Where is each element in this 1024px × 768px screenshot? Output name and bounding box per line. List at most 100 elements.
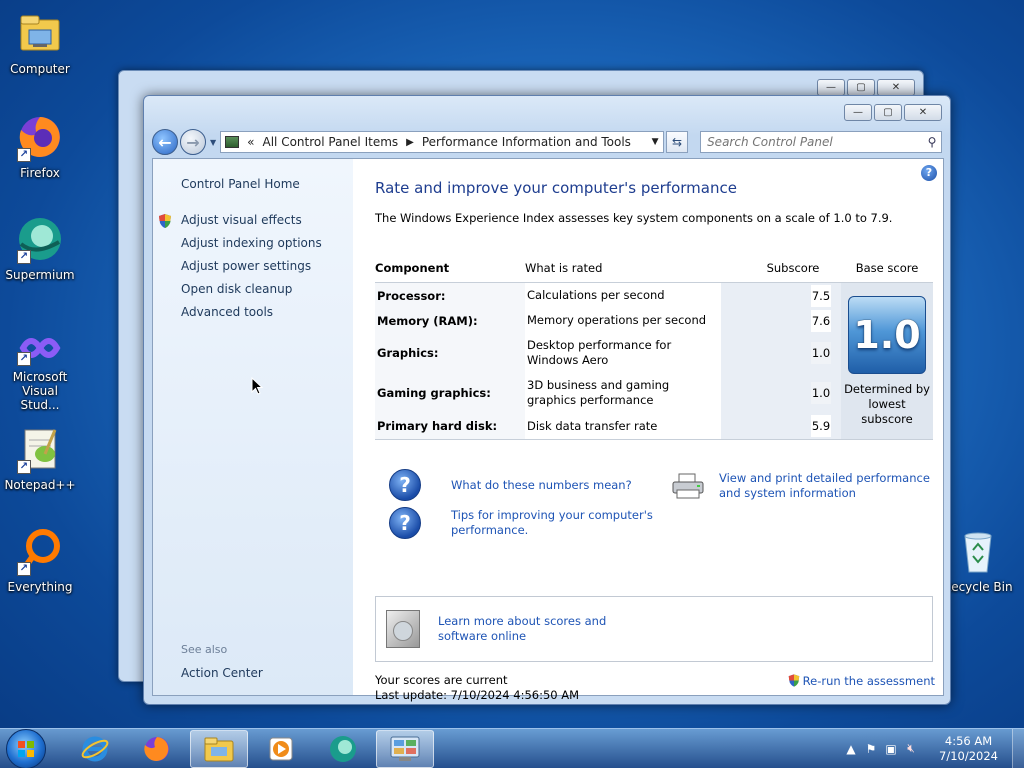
desktop-icon-label: Firefox xyxy=(20,166,60,180)
rerun-assessment-link[interactable]: Re-run the assessment xyxy=(787,673,935,688)
desktop-icon-recycle-bin[interactable]: Recycle Bin xyxy=(940,526,1016,594)
taskbar-control-panel[interactable] xyxy=(376,729,434,768)
taskbar-firefox[interactable] xyxy=(128,730,186,768)
subscore-value: 7.6 xyxy=(811,309,831,332)
table-row: Processor: Calculations per second 7.5 xyxy=(375,283,841,308)
address-bar[interactable]: « All Control Panel Items ▶ Performance … xyxy=(220,131,665,153)
last-update-text: Last update: 7/10/2024 4:56:50 AM xyxy=(375,688,580,702)
header-what-is-rated: What is rated xyxy=(525,260,603,275)
shield-icon xyxy=(159,214,171,228)
start-button[interactable] xyxy=(6,728,46,768)
link-tips-improving[interactable]: Tips for improving your computer's perfo… xyxy=(451,508,661,538)
shield-icon xyxy=(788,674,799,687)
subscore-value: 5.9 xyxy=(811,415,831,437)
computer-icon xyxy=(15,8,65,58)
desktop-icon-computer[interactable]: Computer xyxy=(2,8,78,76)
table-header: Component What is rated Subscore Base sc… xyxy=(375,253,933,283)
firefox-icon xyxy=(144,736,169,761)
search-input[interactable] xyxy=(707,135,924,149)
show-desktop-button[interactable] xyxy=(1012,728,1024,768)
flag-icon[interactable]: ⚑ xyxy=(863,742,879,756)
performance-window[interactable]: — ▢ ✕ ← → ▼ « All Control Panel Items ▶ … xyxy=(143,95,951,705)
link-what-do-numbers-mean[interactable]: What do these numbers mean? xyxy=(451,478,632,493)
firefox-icon: ↗ xyxy=(15,112,65,162)
page-title: Rate and improve your computer's perform… xyxy=(375,179,737,197)
desktop-icon-label: Supermium xyxy=(5,268,75,282)
base-score-cell: 1.0 Determined by lowest subscore xyxy=(841,283,933,439)
table-row: Memory (RAM): Memory operations per seco… xyxy=(375,308,841,333)
address-dropdown-icon[interactable]: ▼ xyxy=(647,137,663,147)
learn-more-box: Learn more about scores and software onl… xyxy=(375,596,933,662)
volume-muted-icon[interactable]: 🔇︎ xyxy=(903,741,919,756)
clock-time: 4:56 AM xyxy=(944,733,993,748)
question-icon: ? xyxy=(389,507,421,539)
taskbar-internet-explorer[interactable] xyxy=(66,730,124,768)
breadcrumb-root-chevron[interactable]: « xyxy=(247,135,254,149)
explorer-icon xyxy=(204,737,234,761)
taskbar-explorer[interactable] xyxy=(190,729,248,768)
desktop-icon-label: Recycle Bin xyxy=(943,580,1013,594)
desktop-icon-label: Everything xyxy=(7,580,73,594)
desktop-icon-supermium[interactable]: ↗ Supermium xyxy=(2,214,78,282)
scores-current-text: Your scores are current xyxy=(375,673,508,687)
clock-date: 7/10/2024 xyxy=(939,748,998,763)
forward-button[interactable]: → xyxy=(180,129,206,155)
subscore-value: 1.0 xyxy=(811,342,831,364)
desktop-icon-everything[interactable]: ↗ Everything xyxy=(2,526,78,594)
maximize-button[interactable]: ▢ xyxy=(847,79,875,96)
breadcrumb-all-items[interactable]: All Control Panel Items xyxy=(263,135,399,149)
link-adjust-power-settings[interactable]: Adjust power settings xyxy=(181,259,322,282)
minimize-button[interactable]: — xyxy=(817,79,845,96)
notepad-plus-plus-icon: ↗ xyxy=(15,424,65,474)
clock[interactable]: 4:56 AM 7/10/2024 xyxy=(939,734,998,764)
arrow-right-icon: → xyxy=(186,132,200,152)
show-hidden-icons-icon[interactable]: ▲ xyxy=(843,742,859,756)
breadcrumb-separator-icon[interactable]: ▶ xyxy=(406,137,414,148)
desktop-icon-label: Computer xyxy=(10,62,70,76)
close-button[interactable]: ✕ xyxy=(904,104,942,121)
link-view-print-details[interactable]: View and print detailed performance and … xyxy=(719,471,935,501)
control-panel-icon xyxy=(225,136,240,148)
link-open-disk-cleanup[interactable]: Open disk cleanup xyxy=(181,282,322,305)
link-adjust-indexing-options[interactable]: Adjust indexing options xyxy=(181,236,322,259)
media-player-icon xyxy=(269,737,293,760)
see-also-heading: See also xyxy=(181,643,228,656)
main-pane: ? Rate and improve your computer's perfo… xyxy=(353,159,943,702)
arrow-left-icon: ← xyxy=(158,132,172,152)
tips-row: ? Tips for improving your computer's per… xyxy=(389,507,661,539)
intro-text: The Windows Experience Index assesses ke… xyxy=(375,211,893,225)
search-box[interactable]: ⚲ xyxy=(700,131,943,153)
header-component: Component xyxy=(375,260,450,275)
desktop-icon-notepad-plus-plus[interactable]: ↗ Notepad++ xyxy=(2,424,78,492)
desktop-icon-label: Microsoft Visual Stud... xyxy=(12,370,68,412)
supermium-icon: ↗ xyxy=(15,214,65,264)
taskbar-supermium[interactable] xyxy=(314,730,372,768)
recent-pages-dropdown[interactable]: ▼ xyxy=(210,138,216,147)
table-row: Graphics: Desktop performance for Window… xyxy=(377,338,831,367)
desktop-icon-firefox[interactable]: ↗ Firefox xyxy=(2,112,78,180)
control-panel-home-link[interactable]: Control Panel Home xyxy=(181,177,300,191)
numbers-help-row: ? What do these numbers mean? xyxy=(389,469,632,501)
refresh-button[interactable]: ⇆ xyxy=(666,131,689,153)
help-icon[interactable]: ? xyxy=(921,165,937,181)
link-learn-more[interactable]: Learn more about scores and software onl… xyxy=(438,614,648,644)
control-panel-icon xyxy=(390,736,420,761)
breadcrumb-performance[interactable]: Performance Information and Tools xyxy=(422,135,631,149)
desktop-icon-visual-studio[interactable]: ↗ Microsoft Visual Stud... xyxy=(2,330,78,412)
close-button[interactable]: ✕ xyxy=(877,79,915,96)
back-button[interactable]: ← xyxy=(152,129,178,155)
network-icon[interactable]: ▣ xyxy=(883,742,899,756)
printer-icon xyxy=(672,473,704,499)
system-tray: ▲ ⚑ ▣ 🔇︎ 4:56 AM 7/10/2024 xyxy=(841,728,1024,768)
subscore-value: 1.0 xyxy=(811,382,831,404)
action-center-link[interactable]: Action Center xyxy=(181,666,263,680)
content-area: Control Panel Home Adjust visual effects… xyxy=(152,158,944,702)
search-icon[interactable]: ⚲ xyxy=(923,135,941,149)
internet-explorer-icon xyxy=(81,736,109,761)
link-advanced-tools[interactable]: Advanced tools xyxy=(181,305,322,328)
base-score-badge: 1.0 xyxy=(848,295,926,374)
taskbar-media-player[interactable] xyxy=(252,730,310,768)
maximize-button[interactable]: ▢ xyxy=(874,104,902,121)
link-adjust-visual-effects[interactable]: Adjust visual effects xyxy=(159,213,322,236)
minimize-button[interactable]: — xyxy=(844,104,872,121)
